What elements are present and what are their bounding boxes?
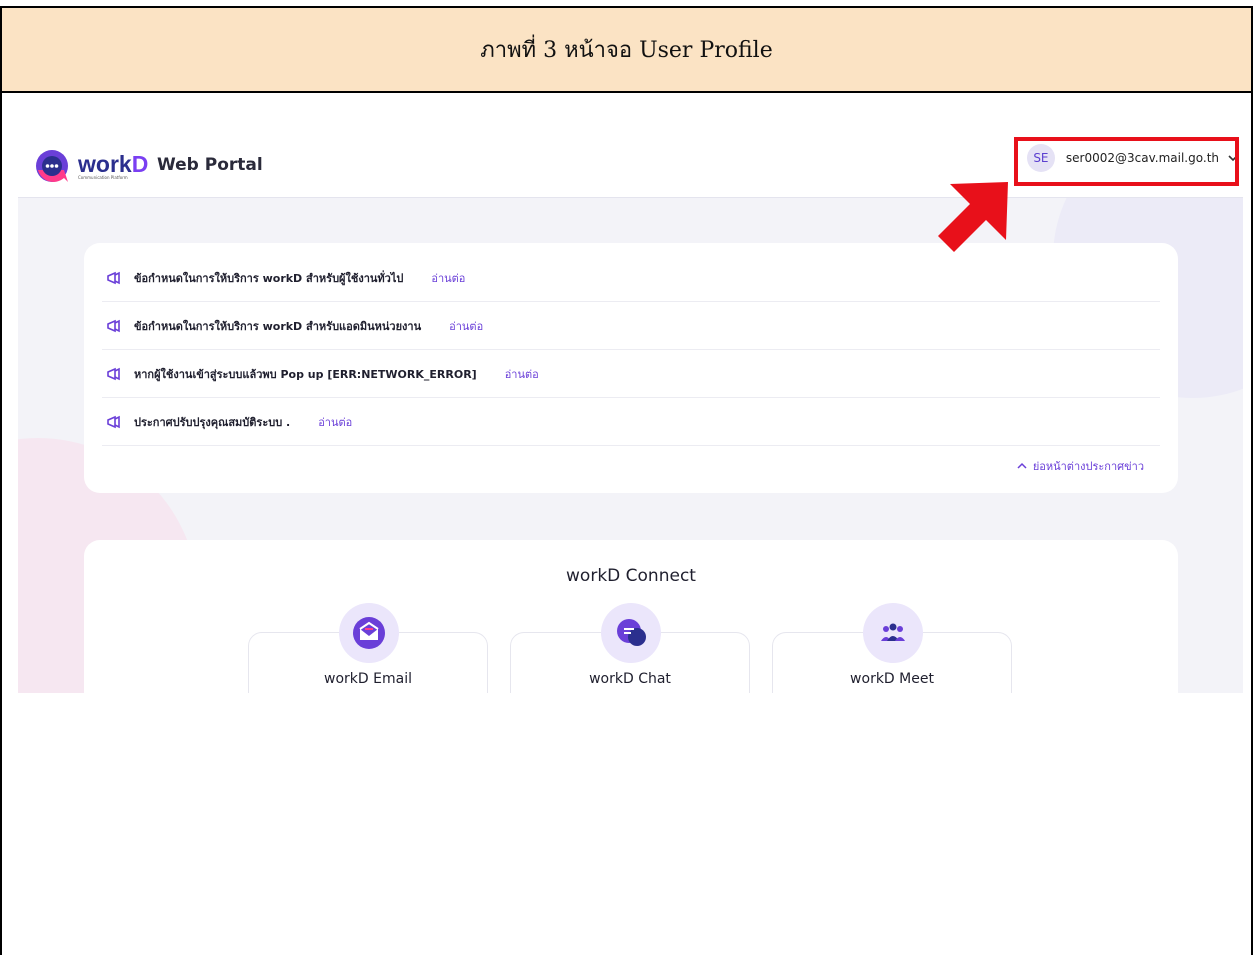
- list-item: หากผู้ใช้งานเข้าสู่ระบบแล้วพบ Pop up [ER…: [102, 351, 1160, 398]
- megaphone-icon: [107, 319, 120, 333]
- list-item: ข้อกำหนดในการให้บริการ workD สำหรับแอดมิ…: [102, 303, 1160, 350]
- user-profile-highlight-box: [1014, 137, 1239, 186]
- connect-panel: workD Connect workD Email workD Chat wor…: [84, 540, 1178, 693]
- email-icon: [339, 603, 399, 663]
- list-item: ประกาศปรับปรุงคุณสมบัติระบบ . อ่านต่อ: [102, 399, 1160, 446]
- read-more-link[interactable]: อ่านต่อ: [449, 317, 483, 335]
- section-title: workD Connect: [566, 566, 696, 586]
- caption-bar: ภาพที่ 3 หน้าจอ User Profile: [2, 8, 1251, 93]
- collapse-announcements-button[interactable]: ย่อหน้าต่างประกาศข่าว: [1017, 457, 1144, 475]
- announcement-panel: ข้อกำหนดในการให้บริการ workD สำหรับผู้ใช…: [84, 243, 1178, 493]
- figure-caption: ภาพที่ 3 หน้าจอ User Profile: [480, 38, 773, 63]
- chevron-up-icon: [1017, 462, 1027, 469]
- announcement-text: ข้อกำหนดในการให้บริการ workD สำหรับผู้ใช…: [134, 272, 404, 285]
- app-card-meet[interactable]: workD Meet: [772, 603, 1012, 693]
- announcement-text: ข้อกำหนดในการให้บริการ workD สำหรับแอดมิ…: [134, 320, 422, 333]
- app-label: workD Chat: [589, 671, 671, 687]
- list-item: ข้อกำหนดในการให้บริการ workD สำหรับผู้ใช…: [102, 255, 1160, 302]
- logo-bubble-icon: [36, 150, 68, 182]
- collapse-label: ย่อหน้าต่างประกาศข่าว: [1032, 460, 1144, 473]
- chat-icon: [601, 603, 661, 663]
- pointer-arrow-icon: [938, 182, 1008, 252]
- workd-logo[interactable]: workD Communication Platform: [34, 148, 148, 184]
- app-label: workD Meet: [850, 671, 934, 687]
- announcement-text: ประกาศปรับปรุงคุณสมบัติระบบ .: [134, 416, 291, 429]
- megaphone-icon: [107, 271, 120, 285]
- read-more-link[interactable]: อ่านต่อ: [318, 413, 352, 431]
- megaphone-icon: [107, 415, 120, 429]
- logo-tagline: Communication Platform: [78, 174, 128, 180]
- announcement-text: หากผู้ใช้งานเข้าสู่ระบบแล้วพบ Pop up [ER…: [134, 368, 477, 381]
- logo-wordmark: work: [78, 150, 132, 177]
- read-more-link[interactable]: อ่านต่อ: [505, 365, 539, 383]
- read-more-link[interactable]: อ่านต่อ: [431, 269, 465, 287]
- meet-icon: [863, 603, 923, 663]
- app-label: workD Email: [324, 671, 412, 687]
- page-title: Web Portal: [157, 155, 263, 175]
- portal-screenshot: workD Communication Platform Web Portal …: [18, 118, 1243, 693]
- megaphone-icon: [107, 367, 120, 381]
- app-card-chat[interactable]: workD Chat: [510, 603, 750, 693]
- logo-wordmark-accent: D: [131, 150, 149, 177]
- app-card-email[interactable]: workD Email: [248, 603, 488, 693]
